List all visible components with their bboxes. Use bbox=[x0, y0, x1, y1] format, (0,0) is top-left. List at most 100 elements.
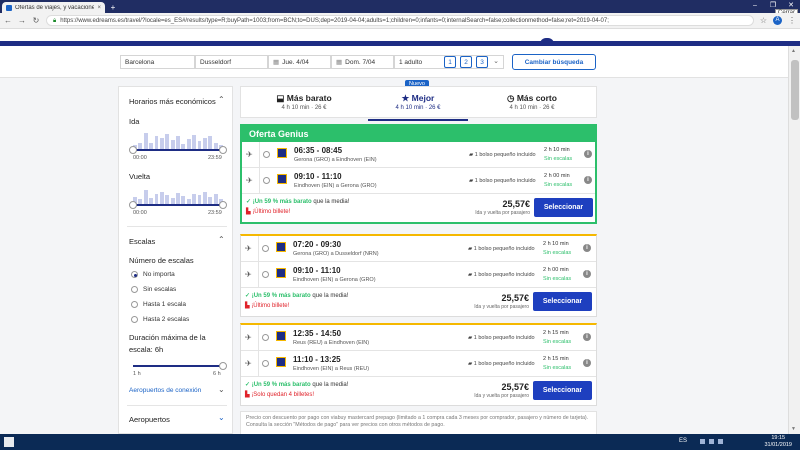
clock[interactable]: 19:15 31/01/2019 bbox=[764, 435, 792, 449]
language-indicator[interactable]: ES bbox=[679, 438, 687, 444]
destination-value: Dusseldorf bbox=[200, 59, 232, 66]
return-slider-start-handle[interactable] bbox=[129, 201, 137, 209]
select-button[interactable]: Seleccionar bbox=[533, 381, 592, 400]
return-date-field[interactable]: ▦ Dom. 7/04 bbox=[331, 55, 394, 69]
flight-leg-outbound[interactable]: ✈ 06:35 - 08:45 Gerona (GRO) a Eindhoven… bbox=[242, 142, 595, 168]
plane-arrival-icon: ✈ bbox=[245, 359, 252, 368]
leg-baggage-text: 1 bolso pequeño incluido bbox=[474, 152, 536, 158]
select-button[interactable]: Seleccionar bbox=[534, 198, 593, 217]
leg-radio[interactable] bbox=[262, 245, 269, 252]
leg-radio[interactable] bbox=[262, 334, 269, 341]
bag-icon: ▰ bbox=[468, 272, 473, 278]
duration-slider-track[interactable] bbox=[133, 365, 223, 367]
origin-field[interactable]: Barcelona bbox=[120, 55, 195, 69]
departure-date-field[interactable]: ▦ Jue. 4/04 bbox=[268, 55, 331, 69]
duration-value: 6h bbox=[154, 345, 164, 354]
return-slider-track[interactable] bbox=[133, 204, 223, 206]
leg-radio[interactable] bbox=[262, 271, 269, 278]
info-icon[interactable]: i bbox=[583, 270, 591, 278]
stop-option-one[interactable]: Hasta 1 escala bbox=[131, 301, 186, 308]
tab-close-icon[interactable]: × bbox=[97, 5, 101, 11]
change-search-button[interactable]: Cambiar búsqueda bbox=[512, 54, 596, 70]
info-icon[interactable]: i bbox=[584, 176, 592, 184]
flight-leg-outbound[interactable]: ✈ 07:20 - 09:30 Gerona (GRO) a Dusseldor… bbox=[241, 236, 596, 262]
pax-option-3[interactable]: 3 bbox=[476, 56, 488, 68]
stop-option-direct[interactable]: Sin escalas bbox=[131, 286, 176, 293]
network-icon[interactable] bbox=[700, 439, 705, 444]
chevron-up-icon[interactable]: ⌃ bbox=[218, 235, 225, 244]
forward-icon[interactable]: → bbox=[18, 16, 26, 25]
leg-radio[interactable] bbox=[263, 151, 270, 158]
offer-price: 25,57€ bbox=[501, 382, 529, 392]
reload-icon[interactable]: ↻ bbox=[32, 16, 40, 25]
flight-leg-return[interactable]: ✈ 11:10 - 13:25 Eindhoven (EIN) a Reus (… bbox=[241, 351, 596, 377]
chevron-down-icon[interactable]: ⌄ bbox=[218, 385, 225, 394]
back-icon[interactable]: ← bbox=[4, 16, 12, 25]
info-icon[interactable]: i bbox=[583, 359, 591, 367]
menu-icon[interactable]: ⋮ bbox=[788, 16, 796, 25]
leg-radio[interactable] bbox=[262, 360, 269, 367]
destination-field[interactable]: Dusseldorf bbox=[195, 55, 268, 69]
price-note: Ida y vuelta por pasajero bbox=[475, 210, 530, 216]
bag-icon: ▰ bbox=[468, 246, 473, 252]
check-icon: ✓ bbox=[245, 293, 251, 299]
edreams-favicon-icon bbox=[6, 4, 12, 11]
chevron-down-icon[interactable]: ⌄ bbox=[218, 413, 225, 422]
leg-times: 12:35 - 14:50 bbox=[293, 329, 342, 338]
scrollbar-thumb[interactable] bbox=[791, 60, 799, 120]
cheaper-rest: que la media! bbox=[311, 199, 350, 205]
return-slider-end-handle[interactable] bbox=[219, 201, 227, 209]
plane-arrival-icon: ✈ bbox=[246, 176, 253, 185]
pax-option-1[interactable]: 1 bbox=[444, 56, 456, 68]
minimize-icon[interactable]: – bbox=[746, 0, 764, 12]
url-field[interactable]: 🔒︎ https://www.edreams.es/travel/?locale… bbox=[46, 15, 754, 26]
battery-icon[interactable] bbox=[718, 439, 723, 444]
browser-tab[interactable]: Ofertas de viajes, y vacaciones - × bbox=[2, 2, 105, 13]
stop-option-label: Hasta 2 escalas bbox=[143, 316, 190, 323]
stop-option-any[interactable]: No importa bbox=[131, 271, 175, 278]
outbound-slider-end-handle[interactable] bbox=[219, 146, 227, 154]
leg-route: Gerona (GRO) a Dusseldorf (NRN) bbox=[293, 251, 379, 257]
footnote-line-2: Consulta la sección "Métodos de pago" pa… bbox=[246, 422, 445, 428]
leg-route: Eindhoven (EIN) a Reus (REU) bbox=[293, 366, 370, 372]
outbound-histogram bbox=[133, 129, 223, 149]
stop-option-two[interactable]: Hasta 2 escalas bbox=[131, 316, 189, 323]
leg-radio[interactable] bbox=[263, 177, 270, 184]
new-tab-button[interactable]: + bbox=[108, 3, 118, 12]
tab-shortest[interactable]: ◷ Más corto 4 h 10 min · 26 € bbox=[477, 93, 587, 111]
plane-departure-icon: ✈ bbox=[246, 150, 253, 159]
departure-value: Jue. 4/04 bbox=[282, 59, 309, 66]
info-icon[interactable]: i bbox=[583, 244, 591, 252]
tab-best[interactable]: ★ Mejor 4 h 10 min · 26 € bbox=[363, 93, 473, 121]
volume-icon[interactable] bbox=[709, 439, 714, 444]
profile-avatar[interactable]: A bbox=[773, 16, 782, 25]
plane-arrival-icon: ✈ bbox=[245, 270, 252, 279]
flight-leg-return[interactable]: ✈ 09:10 - 11:10 Eindhoven (EIN) a Gerona… bbox=[241, 262, 596, 288]
leg-route: Gerona (GRO) a Eindhoven (EIN) bbox=[294, 157, 377, 163]
select-button[interactable]: Seleccionar bbox=[533, 292, 592, 311]
scroll-down-icon[interactable]: ▼ bbox=[791, 426, 796, 432]
flight-leg-outbound[interactable]: ✈ 12:35 - 14:50 Reus (REU) a Eindhoven (… bbox=[241, 325, 596, 351]
info-icon[interactable]: i bbox=[584, 150, 592, 158]
leg-route: Eindhoven (EIN) a Gerona (GRO) bbox=[293, 277, 376, 283]
leg-baggage: ▰ 1 bolso pequeño incluido bbox=[468, 272, 535, 278]
chevron-down-icon[interactable]: ⌄ bbox=[490, 56, 502, 68]
return-from: 00:00 bbox=[133, 210, 147, 216]
pax-option-2[interactable]: 2 bbox=[460, 56, 472, 68]
info-icon[interactable]: i bbox=[583, 333, 591, 341]
chevron-up-icon[interactable]: ⌃ bbox=[218, 95, 225, 104]
page-scrollbar[interactable]: ▲ ▼ bbox=[788, 46, 800, 434]
flight-leg-return[interactable]: ✈ 09:10 - 11:10 Eindhoven (EIN) a Gerona… bbox=[242, 168, 595, 194]
connection-airports-link[interactable]: Aeropuertos de conexión bbox=[129, 387, 201, 394]
plane-departure-icon: ✈ bbox=[245, 333, 252, 342]
radio-icon bbox=[131, 301, 138, 308]
duration-slider-handle[interactable] bbox=[219, 362, 227, 370]
outbound-slider-track[interactable] bbox=[133, 149, 223, 151]
bookmark-star-icon[interactable]: ☆ bbox=[760, 16, 767, 25]
num-stops-label: Número de escalas bbox=[129, 256, 194, 265]
bag-icon: ▰ bbox=[468, 361, 473, 367]
windows-start-icon[interactable] bbox=[4, 437, 14, 447]
scroll-up-icon[interactable]: ▲ bbox=[791, 48, 796, 54]
outbound-slider-start-handle[interactable] bbox=[129, 146, 137, 154]
tab-cheapest[interactable]: ⬓ Más barato 4 h 10 min · 26 € bbox=[249, 93, 359, 111]
